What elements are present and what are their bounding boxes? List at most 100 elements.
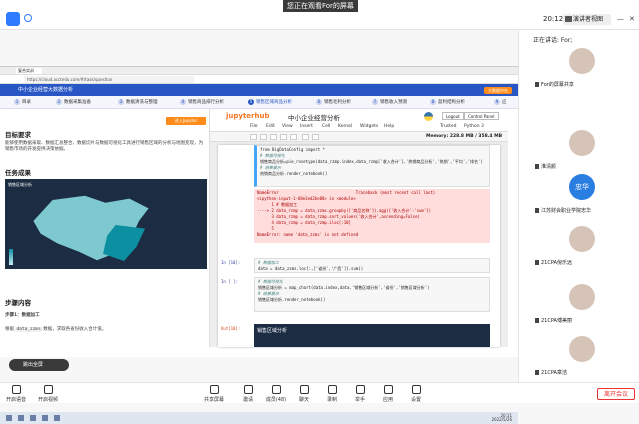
system-clock: 20:11 2022/5/26 [491, 413, 512, 422]
step-2[interactable]: 2 数据采集准备 [56, 99, 91, 106]
members-icon [271, 385, 281, 394]
mic-icon [535, 82, 539, 87]
browser-icon[interactable] [30, 415, 36, 421]
step-8[interactable]: 8 盈利结构分析 [430, 99, 465, 106]
cell2-prompt: In [10]: [221, 260, 241, 265]
folder-icon[interactable] [42, 415, 48, 421]
code-cell-2[interactable]: # 数据加工 data = data_zzms.loc[:,['省份','广西']… [254, 258, 490, 273]
record-icon [327, 385, 337, 394]
step-7[interactable]: 7 销售收入预测 [372, 99, 407, 106]
shared-screen: 复合实训 https://cloud.acctedu.com/#/task/qu… [0, 66, 518, 424]
menu-view[interactable]: View [282, 124, 293, 129]
windows-taskbar: 20:11 2022/5/26 [0, 412, 518, 424]
meeting-toolbar: 开启语音 开启视频 共享屏幕 邀请 成员(48) 聊天 录制 举手 应用 设置 … [0, 382, 639, 403]
output-chart-title: 销售区域分析 [257, 328, 288, 334]
meeting-info-icon[interactable] [6, 12, 20, 26]
mic-icon [11, 385, 21, 394]
viewing-banner: 您正在观看For的屏幕 [283, 0, 358, 12]
network-icon[interactable] [24, 14, 32, 22]
menu-insert[interactable]: Insert [300, 124, 313, 129]
participant-tile[interactable]: 21CPA倪乐远 [525, 222, 635, 268]
goal-text: 能够使用数据采取、数据汇总整合，数据切片与数据可视化工具进行销售区域的分析与地图… [5, 141, 203, 152]
video-toggle-button[interactable]: 开启视频 [28, 385, 68, 403]
step-6[interactable]: 6 销售毛利分析 [316, 99, 351, 106]
cell3-prompt: In [ ]: [221, 279, 238, 284]
steps-heading: 步骤内容 [5, 299, 31, 307]
camera-icon [43, 385, 53, 394]
avatar [569, 130, 595, 156]
task-panel: 进入Jupyter 目标要求 能够使用数据采取、数据汇总整合，数据切片与数据可视… [0, 109, 210, 347]
step-9[interactable]: 9应 [494, 99, 507, 106]
kernel-indicator[interactable]: Python 3 [464, 124, 484, 129]
speaker-view-button[interactable]: 演讲者视图 [563, 14, 611, 25]
sales-map-chart: 销售区域分析 [5, 179, 207, 269]
mic-icon [535, 208, 539, 213]
trusted-badge[interactable]: Trusted [440, 124, 457, 129]
meeting-top-bar: 您正在观看For的屏幕 20:12 演讲者视图 — ✕ [0, 0, 639, 30]
participant-sidebar: 正在讲话: For; For的屏幕共享 淮清颜 忠华 江苏财会职业学院忠华 21C… [518, 30, 639, 382]
enter-jupyter-button[interactable]: 进入Jupyter [166, 117, 206, 125]
participant-tile[interactable]: For的屏幕共享 [525, 44, 635, 90]
cut-icon[interactable] [270, 134, 277, 140]
code-cell-1[interactable]: from BigDataConfig import * # 数据可视化 销售商品分析… [254, 145, 490, 187]
code-cell-3[interactable]: # 数据可视化 销售区域分析 = map_chart(data.index,dat… [254, 277, 490, 312]
error-output: NameError Traceback (most recent call la… [254, 189, 490, 243]
jupyter-header: jupyterhub 中小企业经营分析 Logout Control Panel [210, 109, 508, 123]
control-panel-button[interactable]: Control Panel [464, 112, 499, 120]
menu-edit[interactable]: Edit [266, 124, 275, 129]
search-icon[interactable] [18, 415, 24, 421]
add-cell-icon[interactable] [260, 134, 267, 140]
output-chart: 销售区域分析 [254, 324, 490, 347]
gear-icon [411, 385, 421, 394]
speaking-indicator: 正在讲话: For; [533, 37, 573, 44]
close-icon[interactable]: ✕ [629, 15, 635, 23]
menu-cell[interactable]: Cell [322, 124, 330, 129]
logout-button[interactable]: Logout [442, 112, 464, 120]
participant-tile[interactable]: 21CPA章洁 [525, 332, 635, 378]
url-input[interactable]: https://cloud.acctedu.com/#/task/questio… [24, 76, 194, 83]
browser-tabbar: 复合实训 [0, 67, 518, 75]
exit-fullscreen-button[interactable]: 跳出全屏 [9, 359, 69, 371]
course-header: 中小企业经营大数据分析 大数据中台 [0, 84, 518, 96]
browser-tab[interactable]: 复合实训 [16, 68, 42, 74]
memory-usage: Memory: 228.8 MB / 358.4 MB [426, 134, 503, 139]
step-4[interactable]: 4 销售商品排行分析 [180, 99, 224, 106]
share-icon [209, 385, 219, 394]
hand-icon [355, 385, 365, 394]
avatar [569, 284, 595, 310]
menu-widgets[interactable]: Widgets [360, 124, 378, 129]
menu-help[interactable]: Help [384, 124, 394, 129]
settings-button[interactable]: 设置 [396, 385, 436, 403]
menu-file[interactable]: File [250, 124, 258, 129]
step-1[interactable]: 1 目录 [14, 99, 31, 106]
notebook-title[interactable]: 中小企业经营分析 [288, 112, 340, 122]
run-icon[interactable] [302, 134, 309, 140]
step1-title: 步骤1：数据加工 [5, 313, 40, 318]
stop-icon[interactable] [312, 134, 319, 140]
notebook-body: from BigDataConfig import * # 数据可视化 销售商品分析… [218, 145, 500, 347]
jupyter-notebook: jupyterhub 中小企业经营分析 Logout Control Panel… [210, 109, 508, 347]
apps-icon [383, 385, 393, 394]
meeting-app-icon[interactable] [54, 415, 60, 421]
jupyterhub-logo: jupyterhub [226, 112, 270, 120]
participant-tile[interactable]: 21CPA傅美丽 [525, 280, 635, 326]
mic-icon [535, 318, 539, 323]
participant-tile[interactable]: 忠华 江苏财会职业学院忠华 [525, 170, 635, 216]
step-5[interactable]: 5 销售区域商品分析 [248, 99, 292, 106]
map-legend [9, 249, 13, 265]
data-center-button[interactable]: 大数据中台 [484, 87, 512, 94]
participant-tile[interactable]: 淮清颜 [525, 126, 635, 172]
avatar [569, 48, 595, 74]
copy-icon[interactable] [280, 134, 287, 140]
map-title: 销售区域分析 [8, 182, 32, 187]
jupyter-menubar: File Edit View Insert Cell Kernel Widget… [210, 123, 508, 132]
paste-icon[interactable] [290, 134, 297, 140]
step-3[interactable]: 3 数据清洗与整理 [118, 99, 158, 106]
save-icon[interactable] [250, 134, 257, 140]
avatar [569, 226, 595, 252]
leave-meeting-button[interactable]: 离开会议 [597, 388, 635, 400]
menu-kernel[interactable]: Kernel [338, 124, 352, 129]
minimize-icon[interactable]: — [617, 15, 624, 23]
mic-icon [535, 260, 539, 265]
start-icon[interactable] [6, 415, 12, 421]
